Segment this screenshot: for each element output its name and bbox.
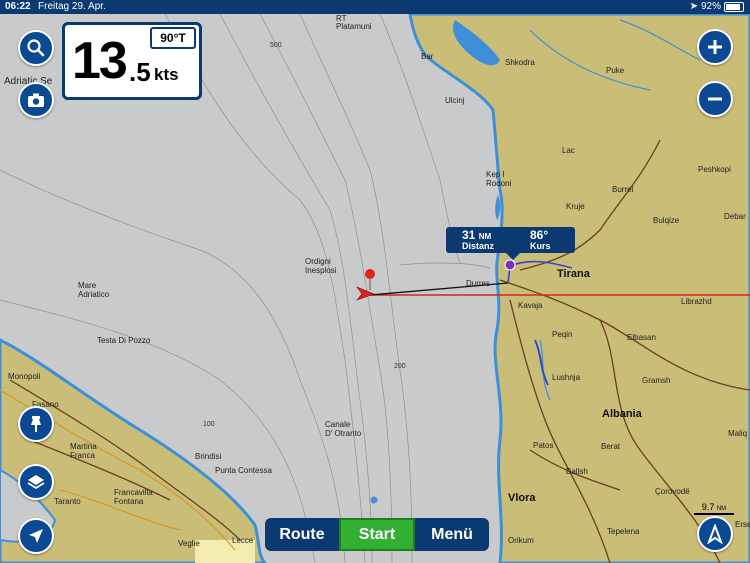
- compass-button[interactable]: [697, 516, 733, 552]
- camera-button[interactable]: [18, 82, 54, 118]
- speed-display[interactable]: 13 .5 kts 90°T: [62, 22, 202, 100]
- map-label: Tepelena: [607, 527, 640, 536]
- map-label: Shkodra: [505, 58, 535, 67]
- navigation-arrow-icon: [29, 529, 43, 543]
- distance-label: Distanz: [462, 241, 495, 251]
- map-label: Debar: [724, 212, 746, 221]
- pin-button[interactable]: [18, 406, 54, 442]
- map-label: Bulqize: [653, 216, 680, 225]
- course-label: Kurs: [530, 241, 551, 251]
- status-time: 06:22: [5, 1, 31, 12]
- map-label: Taranto: [54, 497, 81, 506]
- map-label: Çorovodë: [655, 487, 690, 496]
- map-label: Martina Franca: [70, 442, 97, 460]
- map-label: Mare Adriatico: [78, 281, 110, 299]
- depth-label: 200: [394, 363, 406, 370]
- map-label: Ordigni Inesplosi: [305, 257, 337, 275]
- status-bar: 06:22 Freitag 29. Apr. ➤ 92%: [0, 0, 750, 14]
- map-label: Peshkopi: [698, 165, 731, 174]
- map-label: Punta Contessa: [215, 466, 272, 475]
- start-button[interactable]: Start: [339, 518, 415, 551]
- map-label: Orikum: [508, 536, 534, 545]
- map-label: Erse: [735, 520, 750, 529]
- scale-line: [694, 513, 734, 515]
- layers-icon: [27, 475, 45, 490]
- course-value: 86°: [530, 228, 549, 242]
- map-label: Brindisi: [195, 452, 222, 461]
- route-info-callout[interactable]: 31 NM Distanz 86° Kurs: [446, 227, 575, 260]
- search-icon: [27, 39, 45, 57]
- map-label: Patos: [533, 441, 554, 450]
- distance-unit: NM: [478, 232, 492, 241]
- map-label: Lecce: [232, 536, 254, 545]
- zoom-in-button[interactable]: [697, 29, 733, 65]
- scale-bar: 9.7 NM: [694, 502, 734, 515]
- map-label: Berat: [601, 442, 621, 451]
- map-label: Albania: [602, 408, 642, 420]
- map-label: Vlora: [508, 492, 536, 504]
- scale-unit: NM: [716, 506, 727, 512]
- pushpin-icon: [31, 416, 41, 432]
- map-label: Veglie: [178, 539, 200, 548]
- map-label: Kavaja: [518, 301, 543, 310]
- map-label: Maliq: [728, 429, 748, 438]
- map-label: Francavilla Fontana: [114, 488, 153, 506]
- status-right: ➤ 92%: [690, 0, 744, 14]
- map-label: Lushnja: [552, 373, 581, 382]
- map-label: Ballsh: [566, 467, 588, 476]
- map-label: Ulcinj: [445, 96, 465, 105]
- minus-icon: [708, 97, 722, 101]
- map-label: Bar: [421, 52, 434, 61]
- map-label: Tirana: [557, 268, 590, 280]
- compass-north-icon: [707, 524, 723, 544]
- map-label: Platamuni: [336, 22, 372, 31]
- plus-icon: [708, 40, 722, 54]
- speed-decimal: .5: [129, 57, 151, 87]
- battery-percentage: 92%: [700, 1, 721, 12]
- map-label: Gramsh: [642, 376, 671, 385]
- location-arrow-icon: ➤: [689, 1, 698, 12]
- map-label: Elbasan: [627, 333, 656, 342]
- speed-integer: 13: [72, 32, 128, 90]
- battery-icon: [724, 2, 744, 12]
- map-label: Canale D' Otranto: [325, 420, 362, 438]
- search-button[interactable]: [18, 30, 54, 66]
- distance-value: 31 NM: [462, 228, 492, 242]
- menu-button[interactable]: Menü: [415, 518, 489, 551]
- map-label: Durres: [466, 279, 491, 288]
- route-button[interactable]: Route: [265, 518, 339, 551]
- heading-display: 90°T: [150, 27, 196, 49]
- map-label: Peqin: [552, 330, 573, 339]
- map-label: Puke: [606, 66, 625, 75]
- scale-value: 9.7: [701, 502, 715, 512]
- map-label: Burrel: [612, 185, 634, 194]
- map-label: Kruje: [566, 202, 585, 211]
- layers-button[interactable]: [18, 464, 54, 500]
- speed-unit: kts: [154, 65, 179, 84]
- map-label: Kep I Rodoni: [486, 170, 512, 188]
- bottom-action-bar: Route Start Menü: [265, 518, 489, 551]
- depth-label: 500: [270, 42, 282, 49]
- navigate-button[interactable]: [18, 518, 54, 554]
- zoom-out-button[interactable]: [697, 81, 733, 117]
- map-label: Testa Di Pozzo: [97, 336, 151, 345]
- status-date: Freitag 29. Apr.: [38, 1, 106, 12]
- map-label: Lac: [562, 146, 575, 155]
- camera-icon: [28, 93, 44, 107]
- depth-label: 100: [203, 421, 215, 428]
- map-label: Librazhd: [681, 297, 712, 306]
- map-label: Monopoli: [8, 372, 41, 381]
